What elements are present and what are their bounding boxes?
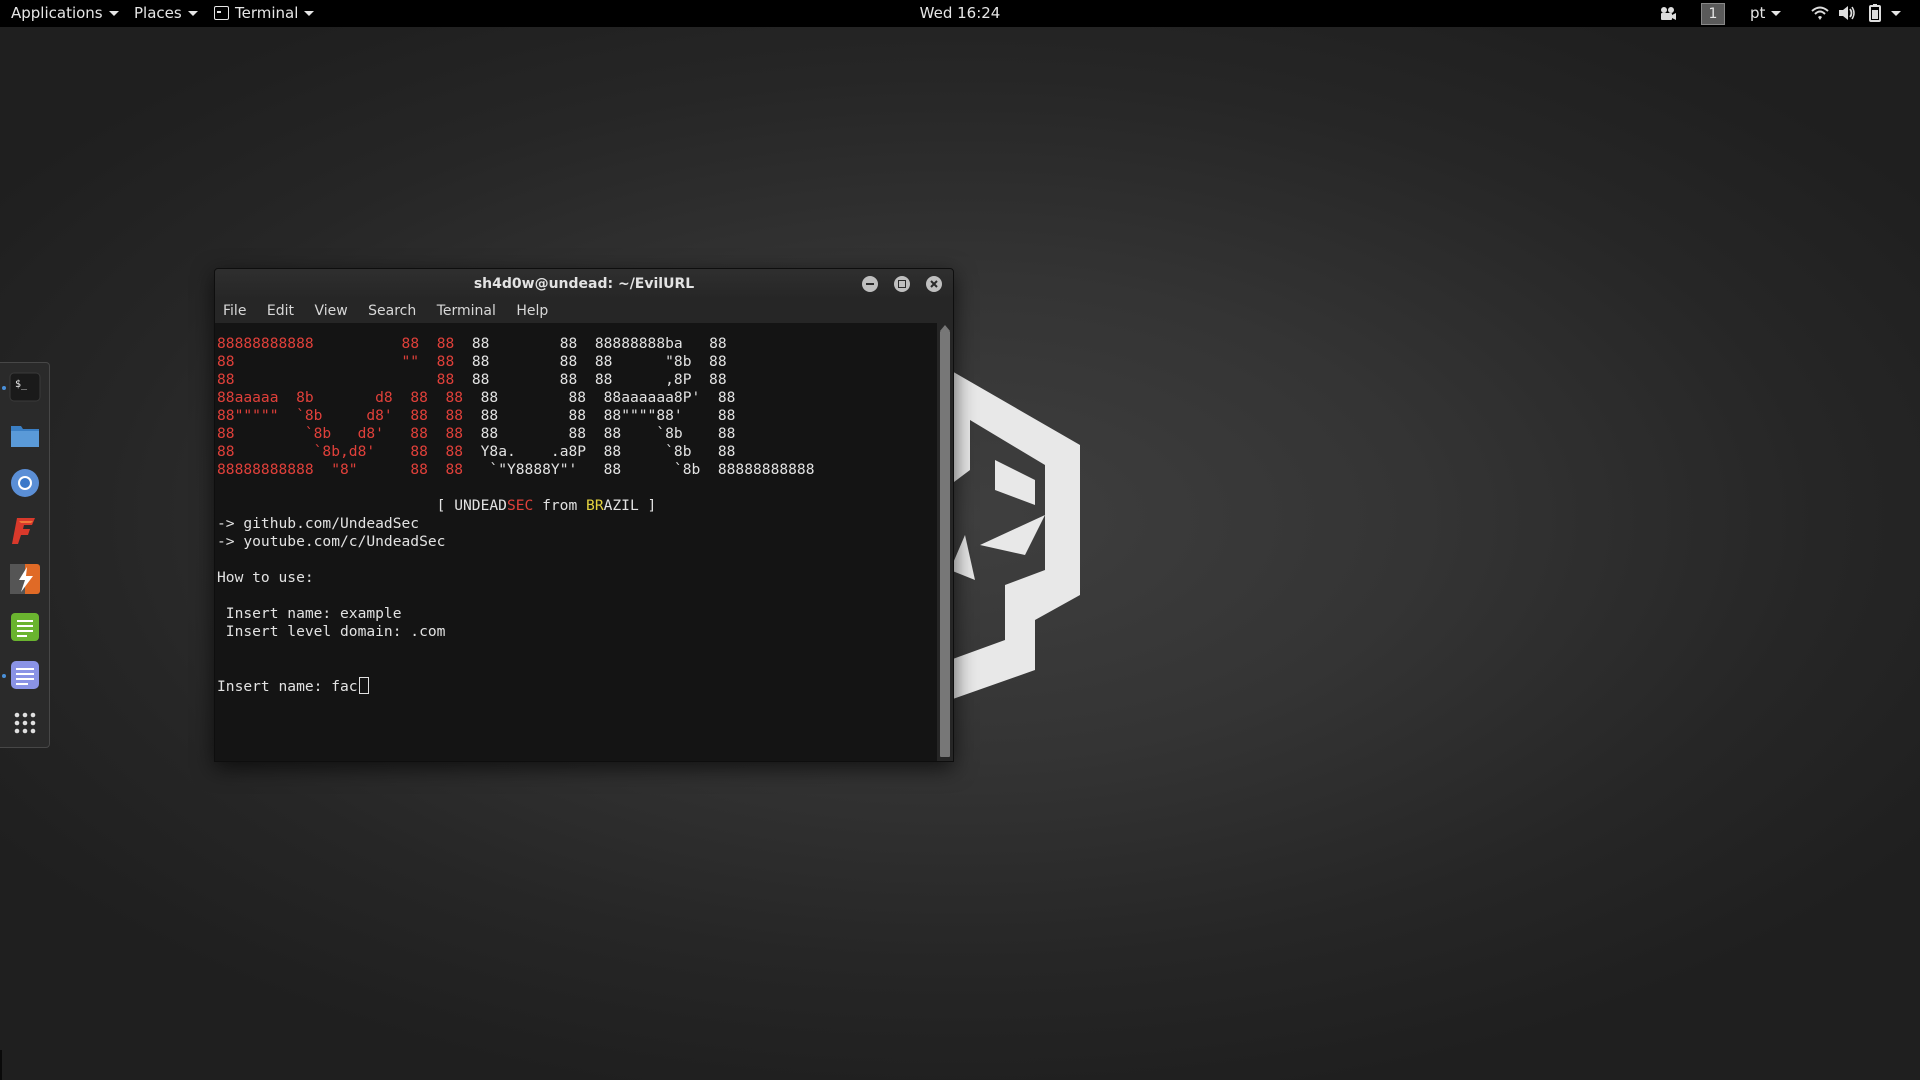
banner-line: 88 `8b d8' 88 88 88 88 88 `8b 88 bbox=[217, 425, 736, 442]
banner-line: 88 `8b,d8' 88 88 Y8a. .a8P 88 `8b 88 bbox=[217, 443, 736, 460]
menu-terminal[interactable]: Terminal bbox=[437, 303, 496, 319]
svg-text:$_: $_ bbox=[15, 379, 28, 390]
input-prompt-line[interactable]: Insert name: fac bbox=[217, 677, 937, 695]
close-icon bbox=[930, 280, 938, 288]
dock-files[interactable] bbox=[9, 419, 41, 451]
banner-line: 88aaaaa 8b d8 88 88 88 88 88aaaaaa8P' 88 bbox=[217, 389, 736, 406]
battery-icon[interactable] bbox=[1869, 4, 1881, 22]
window-menubar: File Edit View Search Terminal Help bbox=[215, 299, 953, 323]
typed-input[interactable]: fac bbox=[331, 678, 357, 695]
scrollbar-thumb[interactable] bbox=[940, 331, 950, 757]
minimize-button[interactable] bbox=[862, 276, 878, 292]
metasploit-icon bbox=[10, 564, 40, 594]
banner-line: 88 88 88 88 88 ,8P 88 bbox=[217, 371, 727, 388]
menu-view[interactable]: View bbox=[314, 303, 347, 319]
terminal-window: sh4d0w@undead: ~/EvilURL File Edit View … bbox=[214, 268, 954, 762]
workspace-indicator[interactable]: 1 bbox=[1701, 0, 1725, 27]
terminal-output[interactable]: 88888888888 88 88 88 88 88888888ba 88 88 … bbox=[215, 323, 937, 761]
dock-notes[interactable] bbox=[9, 611, 41, 643]
terminal-icon: $_ bbox=[9, 372, 41, 402]
text-cursor bbox=[358, 677, 369, 694]
dock-terminal[interactable]: $_ bbox=[9, 371, 41, 403]
dash-dock: $_ bbox=[0, 362, 50, 748]
banner-line: 88888888888 88 88 88 88 88888888ba 88 bbox=[217, 335, 727, 352]
banner-line: 88 "" 88 88 88 88 "8b 88 bbox=[217, 353, 727, 370]
notes-icon bbox=[11, 613, 39, 641]
burp-suite-icon bbox=[12, 518, 35, 544]
menu-search[interactable]: Search bbox=[368, 303, 416, 319]
running-indicator bbox=[2, 386, 6, 390]
workspace-number: 1 bbox=[1701, 3, 1725, 25]
volume-icon[interactable] bbox=[1838, 5, 1856, 21]
clock[interactable]: Wed 16:24 bbox=[0, 0, 1920, 27]
menu-file[interactable]: File bbox=[223, 303, 246, 319]
example-domain-line: Insert level domain: .com bbox=[217, 623, 446, 640]
minimize-icon bbox=[866, 283, 874, 285]
scrollbar[interactable] bbox=[937, 323, 953, 761]
close-button[interactable] bbox=[926, 276, 942, 292]
clock-label: Wed 16:24 bbox=[919, 4, 1001, 22]
files-icon bbox=[11, 426, 39, 447]
window-titlebar[interactable]: sh4d0w@undead: ~/EvilURL bbox=[215, 269, 953, 299]
screen-edge-marker bbox=[0, 1050, 2, 1080]
top-panel: Applications Places Terminal Wed 16:24 1… bbox=[0, 0, 1920, 27]
running-indicator bbox=[2, 674, 6, 678]
language-label: pt bbox=[1750, 4, 1766, 22]
dock-chromium[interactable] bbox=[9, 467, 41, 499]
dock-metasploit[interactable] bbox=[9, 563, 41, 595]
show-apps-icon bbox=[14, 712, 36, 734]
prompt-label: Insert name: bbox=[217, 678, 332, 695]
banner-line: 88888888888 "8" 88 88 `"Y8888Y"' 88 `8b … bbox=[217, 461, 815, 478]
dock-text-editor[interactable] bbox=[9, 659, 41, 691]
menu-help[interactable]: Help bbox=[516, 303, 548, 319]
maximize-button[interactable] bbox=[894, 276, 910, 292]
chromium-icon bbox=[11, 469, 39, 497]
banner-tagline: [ UNDEADSEC from BRAZIL ] bbox=[217, 497, 657, 514]
menu-edit[interactable]: Edit bbox=[267, 303, 294, 319]
chevron-down-icon bbox=[1771, 11, 1782, 16]
wifi-icon[interactable] bbox=[1811, 5, 1829, 21]
screen-record-icon[interactable] bbox=[1659, 6, 1677, 21]
dock-show-applications[interactable] bbox=[9, 707, 41, 739]
dock-burp-suite[interactable] bbox=[9, 515, 41, 547]
banner-line: 88""""" `8b d8' 88 88 88 88 88""""88' 88 bbox=[217, 407, 736, 424]
text-editor-icon bbox=[11, 661, 39, 689]
github-link-text: -> github.com/UndeadSec bbox=[217, 515, 420, 532]
maximize-icon bbox=[898, 280, 906, 288]
window-title: sh4d0w@undead: ~/EvilURL bbox=[473, 276, 695, 292]
system-menu-chevron-icon[interactable] bbox=[1891, 11, 1901, 16]
ascii-banner: 88888888888 88 88 88 88 88888888ba 88 88 … bbox=[217, 335, 937, 479]
language-menu[interactable]: pt bbox=[1750, 0, 1782, 27]
how-to-use-heading: How to use: bbox=[217, 569, 314, 586]
youtube-link-text: -> youtube.com/c/UndeadSec bbox=[217, 533, 446, 550]
example-name-line: Insert name: example bbox=[217, 605, 402, 622]
